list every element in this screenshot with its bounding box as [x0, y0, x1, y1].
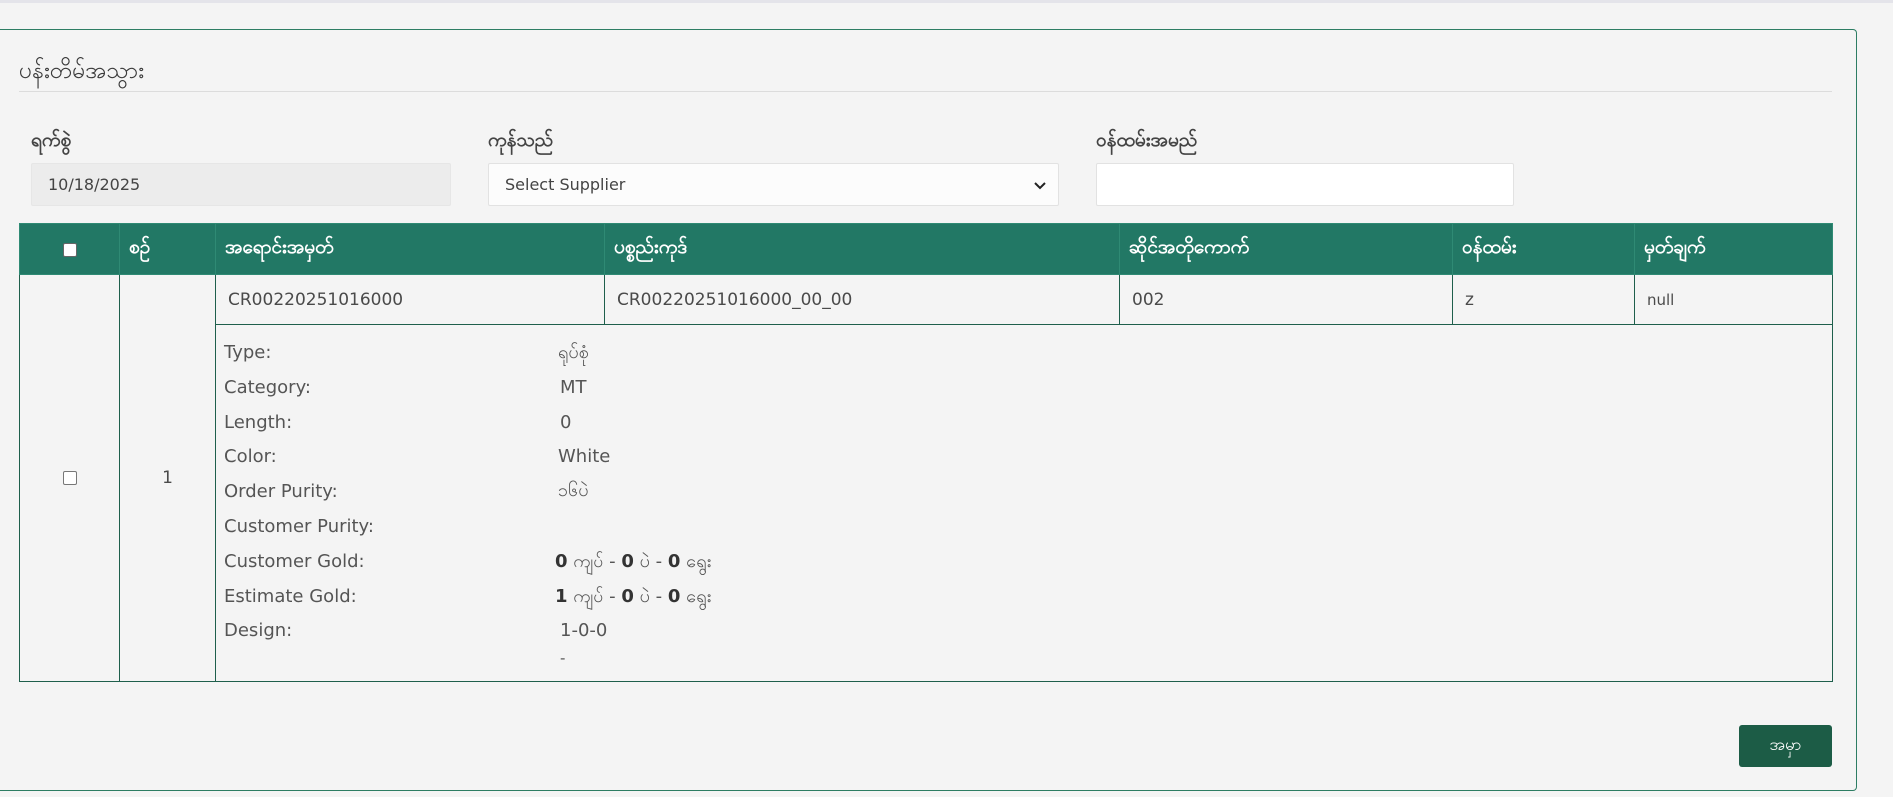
- row-number: 1: [119, 274, 216, 682]
- category-value: MT: [560, 377, 587, 398]
- detail-cell: Type: ရုပ်စုံ Category: MT Length: 0 Col…: [215, 324, 1833, 682]
- design-note: -: [560, 649, 566, 667]
- customer-purity-label: Customer Purity:: [224, 516, 374, 537]
- cell-staff: z: [1452, 274, 1635, 325]
- table-detail-row: Type: ရုပ်စုံ Category: MT Length: 0 Col…: [20, 324, 1833, 682]
- item-details: Type: ရုပ်စုံ Category: MT Length: 0 Col…: [216, 325, 1832, 681]
- estimate-gold-label: Estimate Gold:: [224, 586, 357, 607]
- table-header-row: စဉ် အရောင်းအမှတ် ပစ္စည်းကုဒ် ဆိုင်အတိုကေ…: [19, 223, 1833, 275]
- select-all-checkbox[interactable]: [62, 242, 77, 257]
- color-label: Color:: [224, 446, 277, 467]
- category-label: Category:: [224, 377, 311, 398]
- type-label: Type:: [224, 342, 272, 363]
- date-field[interactable]: 10/18/2025: [31, 163, 451, 206]
- order-purity-label: Order Purity:: [224, 481, 338, 502]
- row-checkbox-cell: [19, 274, 120, 682]
- header-shop-abbr: ဆိုင်အတိုကောက်: [1119, 223, 1453, 275]
- title-divider: [19, 91, 1832, 92]
- chevron-down-icon: [1034, 182, 1046, 190]
- supplier-label: ကုန်သည်: [488, 129, 554, 151]
- length-value: 0: [560, 412, 572, 433]
- cell-sale-no: CR00220251016000: [215, 274, 605, 325]
- top-bar: [0, 0, 1893, 3]
- header-staff: ဝန်ထမ်း: [1452, 223, 1635, 275]
- order-submit-button[interactable]: အမှာ: [1739, 725, 1832, 767]
- header-no: စဉ်: [119, 223, 216, 275]
- header-remark: မှတ်ချက်: [1634, 223, 1833, 275]
- cell-remark: null: [1634, 274, 1833, 325]
- design-label: Design:: [224, 620, 293, 641]
- customer-gold-label: Customer Gold:: [224, 551, 365, 572]
- type-value: ရုပ်စုံ: [558, 342, 589, 363]
- page-title: ပန်းတိမ်အသွား: [19, 58, 145, 84]
- order-purity-value: ၁၆ပဲ: [558, 480, 589, 501]
- supplier-select[interactable]: Select Supplier: [488, 163, 1059, 206]
- cell-shop-abbr: 002: [1119, 274, 1453, 325]
- estimate-gold-value: 1 ကျပ် - 0 ပဲ - 0 ရွေး: [555, 586, 712, 607]
- length-label: Length:: [224, 412, 293, 433]
- supplier-select-value: Select Supplier: [505, 175, 626, 194]
- date-label: ရက်စွဲ: [31, 129, 72, 151]
- staff-label: ဝန်ထမ်းအမည်: [1096, 129, 1198, 151]
- row-checkbox[interactable]: [62, 471, 77, 485]
- design-value: 1-0-0: [560, 620, 608, 641]
- table-row: 1 CR00220251016000 CR00220251016000_00_0…: [19, 274, 1833, 682]
- order-table: စဉ် အရောင်းအမှတ် ပစ္စည်းကုဒ် ဆိုင်အတိုကေ…: [19, 223, 1833, 682]
- customer-gold-value: 0 ကျပ် - 0 ပဲ - 0 ရွေး: [555, 551, 712, 572]
- color-value: White: [558, 446, 611, 467]
- staff-input[interactable]: [1096, 163, 1514, 206]
- header-item-code: ပစ္စည်းကုဒ်: [604, 223, 1120, 275]
- cell-item-code: CR00220251016000_00_00: [604, 274, 1120, 325]
- select-all-header: [19, 223, 120, 275]
- header-sale-no: အရောင်းအမှတ်: [215, 223, 605, 275]
